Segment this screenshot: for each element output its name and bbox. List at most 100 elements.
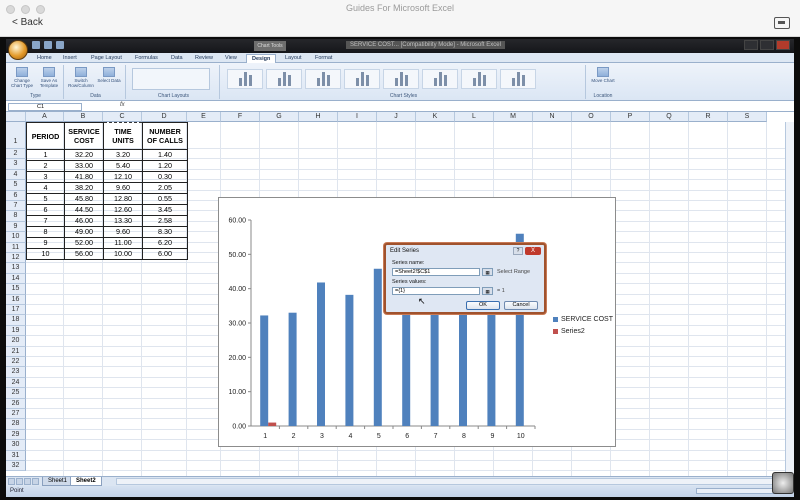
- table-cell[interactable]: 44.50: [64, 204, 104, 216]
- column-header[interactable]: L: [455, 112, 494, 122]
- table-cell[interactable]: 46.00: [64, 215, 104, 227]
- select-data-button[interactable]: Select Data: [96, 67, 122, 83]
- column-header[interactable]: G: [260, 112, 299, 122]
- bar-service-cost[interactable]: [373, 268, 382, 426]
- table-cell[interactable]: 5.40: [103, 160, 143, 172]
- column-header[interactable]: D: [142, 112, 187, 122]
- table-cell[interactable]: 12.10: [103, 171, 143, 183]
- table-cell[interactable]: 7: [26, 215, 65, 227]
- sheet-tab-sheet2[interactable]: Sheet2: [70, 477, 102, 486]
- row-header[interactable]: 11: [6, 242, 26, 253]
- table-cell[interactable]: 3: [26, 171, 65, 183]
- row-header[interactable]: 3: [6, 159, 26, 170]
- table-cell[interactable]: 8.30: [142, 226, 188, 238]
- table-cell[interactable]: 2.58: [142, 215, 188, 227]
- chart-style-4[interactable]: [344, 69, 380, 89]
- table-cell[interactable]: 12.80: [103, 193, 143, 205]
- table-cell[interactable]: 1.20: [142, 160, 188, 172]
- row-header[interactable]: 20: [6, 336, 26, 347]
- table-cell[interactable]: 32.20: [64, 149, 104, 161]
- vertical-scrollbar[interactable]: [785, 122, 794, 476]
- column-header[interactable]: O: [572, 112, 611, 122]
- row-header[interactable]: 2: [6, 149, 26, 160]
- ok-button[interactable]: OK: [466, 301, 500, 310]
- next-sheet-icon[interactable]: [24, 478, 31, 485]
- table-cell[interactable]: 45.80: [64, 193, 104, 205]
- table-cell[interactable]: 9: [26, 237, 65, 249]
- chart-style-2[interactable]: [266, 69, 302, 89]
- row-header[interactable]: 18: [6, 315, 26, 326]
- column-header[interactable]: K: [416, 112, 455, 122]
- row-header[interactable]: 17: [6, 305, 26, 316]
- table-cell[interactable]: 3.45: [142, 204, 188, 216]
- dialog-close-icon[interactable]: X: [525, 247, 541, 255]
- row-header[interactable]: 26: [6, 398, 26, 409]
- table-cell[interactable]: 9.60: [103, 226, 143, 238]
- row-header[interactable]: 27: [6, 409, 26, 420]
- table-cell[interactable]: 6.20: [142, 237, 188, 249]
- undo-icon[interactable]: [44, 41, 52, 49]
- table-cell[interactable]: 6: [26, 204, 65, 216]
- horizontal-scrollbar[interactable]: [116, 478, 786, 485]
- tab-formulas[interactable]: Formulas: [130, 54, 163, 63]
- table-cell[interactable]: 10.00: [103, 248, 143, 260]
- table-cell[interactable]: 52.00: [64, 237, 104, 249]
- table-cell[interactable]: 12.60: [103, 204, 143, 216]
- tab-review[interactable]: Review: [190, 54, 218, 63]
- name-box[interactable]: C1: [8, 103, 82, 111]
- back-button[interactable]: < Back: [12, 17, 43, 28]
- chart-style-8[interactable]: [500, 69, 536, 89]
- prev-sheet-icon[interactable]: [16, 478, 23, 485]
- row-header[interactable]: 31: [6, 450, 26, 461]
- row-header[interactable]: 25: [6, 388, 26, 399]
- tab-page-layout[interactable]: Page Layout: [86, 54, 127, 63]
- column-header[interactable]: P: [611, 112, 650, 122]
- close-icon[interactable]: [776, 40, 790, 50]
- column-header[interactable]: I: [338, 112, 377, 122]
- table-cell[interactable]: 41.80: [64, 171, 104, 183]
- table-cell[interactable]: 56.00: [64, 248, 104, 260]
- tab-layout[interactable]: Layout: [280, 54, 307, 63]
- help-icon[interactable]: ?: [513, 247, 523, 255]
- table-cell[interactable]: 6.00: [142, 248, 188, 260]
- redo-icon[interactable]: [56, 41, 64, 49]
- row-header[interactable]: 13: [6, 263, 26, 274]
- row-header[interactable]: 15: [6, 284, 26, 295]
- table-cell[interactable]: 0.30: [142, 171, 188, 183]
- series-name-range-picker-icon[interactable]: ▦: [482, 268, 493, 276]
- column-header[interactable]: S: [728, 112, 767, 122]
- table-cell[interactable]: 2: [26, 160, 65, 172]
- column-header[interactable]: R: [689, 112, 728, 122]
- cancel-button[interactable]: Cancel: [504, 301, 538, 310]
- switch-row-column-button[interactable]: Switch Row/Column: [68, 67, 94, 88]
- row-header[interactable]: 22: [6, 357, 26, 368]
- office-button-icon[interactable]: [8, 40, 28, 60]
- row-header[interactable]: 10: [6, 232, 26, 243]
- bar-service-cost[interactable]: [260, 315, 269, 426]
- row-header[interactable]: 19: [6, 325, 26, 337]
- tab-format[interactable]: Format: [310, 54, 337, 63]
- table-cell[interactable]: 49.00: [64, 226, 104, 238]
- save-icon[interactable]: [32, 41, 40, 49]
- table-cell[interactable]: 9.60: [103, 182, 143, 194]
- series-values-input[interactable]: ={1}: [392, 287, 480, 295]
- row-header[interactable]: 30: [6, 440, 26, 451]
- change-chart-type-button[interactable]: Change Chart Type: [9, 67, 35, 88]
- table-cell[interactable]: 1: [26, 149, 65, 161]
- tab-data[interactable]: Data: [166, 54, 188, 63]
- table-cell[interactable]: 10: [26, 248, 65, 260]
- table-cell[interactable]: 1.40: [142, 149, 188, 161]
- chart-style-1[interactable]: [227, 69, 263, 89]
- table-cell[interactable]: 4: [26, 182, 65, 194]
- series-values-range-picker-icon[interactable]: ▦: [482, 287, 493, 295]
- table-cell[interactable]: 2.05: [142, 182, 188, 194]
- chart-style-7[interactable]: [461, 69, 497, 89]
- chart-style-5[interactable]: [383, 69, 419, 89]
- save-as-template-button[interactable]: Save As Template: [36, 67, 62, 88]
- chart-legend[interactable]: SERVICE COST Series2: [553, 316, 613, 340]
- column-header[interactable]: C: [103, 112, 142, 122]
- table-cell[interactable]: 11.00: [103, 237, 143, 249]
- select-all-corner[interactable]: [6, 112, 26, 122]
- row-header[interactable]: 16: [6, 294, 26, 305]
- row-header[interactable]: 23: [6, 367, 26, 378]
